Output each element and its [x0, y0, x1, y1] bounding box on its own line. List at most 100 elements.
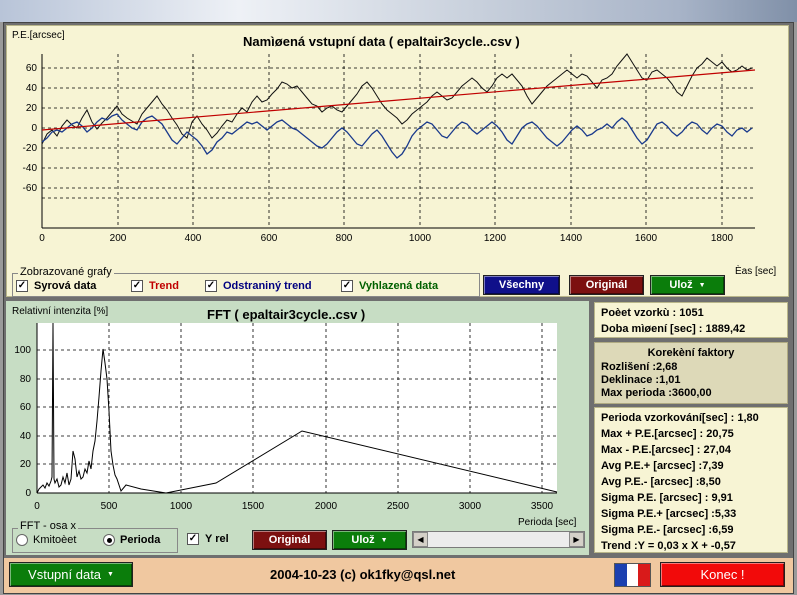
- max-plus-pe: Max + P.E.[arcsec] : 20,75: [601, 428, 734, 440]
- top-y-tick: -60: [23, 183, 38, 194]
- scroll-right-icon[interactable]: ▶: [569, 532, 584, 547]
- radio-dot-selected[interactable]: [103, 534, 115, 546]
- avg-minus-pe: Avg P.E.- [arcsec] :8,50: [601, 476, 721, 488]
- fft-y-tick: 60: [20, 402, 32, 413]
- checkbox-box[interactable]: ✓: [205, 280, 217, 292]
- top-y-tick: 40: [26, 83, 38, 94]
- window-titlebar: [0, 0, 797, 22]
- top-x-tick: 1400: [560, 233, 583, 244]
- avg-plus-pe: Avg P.E.+ [arcsec] :7,39: [601, 460, 724, 472]
- fft-x-tick: 3000: [459, 501, 482, 512]
- sigma-minus-pe: Sigma P.E.- [arcsec] :6,59: [601, 524, 734, 536]
- correction-factors-title: Korekèní faktory: [647, 347, 735, 359]
- measurement-duration: Doba mìøení [sec] : 1889,42: [601, 323, 746, 335]
- resolution-value: Rozlišení :2,68: [601, 361, 678, 373]
- fft-y-tick: 80: [20, 374, 32, 385]
- save-top-button[interactable]: Ulož ▼: [650, 275, 725, 295]
- fft-x-tick: 3500: [531, 501, 554, 512]
- fft-axis-legend: FFT - osa x: [18, 520, 79, 532]
- fft-x-tick: 2000: [315, 501, 338, 512]
- top-x-tick: 200: [110, 233, 127, 244]
- top-y-tick: 60: [26, 63, 38, 74]
- top-x-tick: 0: [39, 233, 45, 244]
- fft-x-tick: 500: [101, 501, 118, 512]
- quit-button[interactable]: Konec !: [660, 562, 785, 587]
- save-bottom-label: Ulož: [351, 534, 375, 546]
- fft-plot-area: [37, 323, 557, 493]
- checkbox-label: Y rel: [205, 533, 229, 545]
- input-data-button[interactable]: Vstupní data ▼: [9, 562, 133, 587]
- checkbox-label: Vyhlazená data: [359, 280, 439, 292]
- checkbox-box[interactable]: ✓: [187, 533, 199, 545]
- status-bar: Vstupní data ▼ 2004-10-23 (c) ok1fky@qsl…: [4, 558, 793, 593]
- fft-y-tick: 100: [14, 345, 31, 356]
- fft-y-tick: 40: [20, 431, 32, 442]
- chevron-down-icon[interactable]: ▼: [107, 571, 114, 578]
- radio-dot[interactable]: [16, 534, 28, 546]
- top-x-tick: 400: [185, 233, 202, 244]
- top-y-tick: -40: [23, 163, 38, 174]
- graphs-group-legend: Zobrazované grafy: [18, 266, 114, 278]
- top-chart-panel: P.E.[arcsec] Namìøená vstupní data ( epa…: [6, 25, 789, 297]
- original-bottom-label: Originál: [268, 534, 311, 546]
- radio-frequency[interactable]: Kmitoèet: [16, 534, 76, 546]
- radio-label: Kmitoèet: [33, 534, 77, 546]
- pe-statistics-box: Perioda vzorkování[sec] : 1,80 Max + P.E…: [594, 407, 788, 553]
- sigma-pe: Sigma P.E. [arcsec] : 9,91: [601, 492, 733, 504]
- chevron-down-icon[interactable]: ▼: [699, 282, 706, 289]
- checkbox-detrended[interactable]: ✓ Odstraniný trend: [205, 280, 312, 292]
- samples-count: Poèet vzorkù : 1051: [601, 307, 704, 319]
- fft-panel: Relativní intenzita [%] FFT ( epaltair3c…: [6, 301, 589, 555]
- fft-x-tick: 1500: [242, 501, 265, 512]
- sampling-period: Perioda vzorkování[sec] : 1,80: [601, 412, 759, 424]
- all-button-label: Všechny: [498, 279, 545, 291]
- fft-chart-svg: 100 80 60 40 20 0 0 500 1000 1500 2000 2…: [14, 322, 558, 512]
- trend-line-series: [41, 69, 756, 131]
- checkbox-label: Trend: [149, 280, 179, 292]
- top-x-tick: 1200: [484, 233, 507, 244]
- fft-y-tick: 0: [25, 488, 31, 499]
- quit-button-label: Konec !: [700, 567, 745, 582]
- all-button[interactable]: Všechny: [483, 275, 560, 295]
- checkbox-raw-data[interactable]: ✓ Syrová data: [16, 280, 96, 292]
- sigma-plus-pe: Sigma P.E.+ [arcsec] :5,33: [601, 508, 737, 520]
- checkbox-label: Syrová data: [34, 280, 97, 292]
- top-x-tick: 800: [336, 233, 353, 244]
- input-data-label: Vstupní data: [28, 567, 102, 582]
- checkbox-box[interactable]: ✓: [341, 280, 353, 292]
- save-bottom-button[interactable]: Ulož ▼: [332, 530, 407, 550]
- max-period-value: Max perioda :3600,00: [601, 387, 712, 399]
- chevron-down-icon[interactable]: ▼: [381, 537, 388, 544]
- scroll-track[interactable]: [428, 532, 569, 547]
- checkbox-smoothed[interactable]: ✓ Vyhlazená data: [341, 280, 438, 292]
- top-x-tick: 1000: [409, 233, 432, 244]
- fft-y-tick: 20: [20, 459, 32, 470]
- scroll-left-icon[interactable]: ◀: [413, 532, 428, 547]
- trend-equation: Trend :Y = 0,03 x X + -0,57: [601, 540, 736, 552]
- original-top-label: Originál: [585, 279, 628, 291]
- checkbox-trend[interactable]: ✓ Trend: [131, 280, 179, 292]
- fft-x-tick: 0: [34, 501, 40, 512]
- original-top-button[interactable]: Originál: [569, 275, 644, 295]
- top-y-tick: 0: [31, 123, 37, 134]
- fft-horizontal-scrollbar[interactable]: ◀ ▶: [412, 531, 585, 548]
- top-chart-svg: 60 40 20 0 -20 -40 -60 0 200 400 600 800…: [23, 53, 756, 244]
- correction-factors-box: Korekèní faktory Rozlišení :2,68 Deklina…: [594, 342, 788, 404]
- checkbox-box[interactable]: ✓: [16, 280, 28, 292]
- top-chart-grid: [42, 54, 755, 226]
- top-x-tick: 600: [261, 233, 278, 244]
- original-bottom-button[interactable]: Originál: [252, 530, 327, 550]
- radio-label: Perioda: [120, 534, 161, 546]
- fft-x-tick: 2500: [387, 501, 410, 512]
- checkbox-y-rel[interactable]: ✓ Y rel: [187, 533, 229, 545]
- language-flag-icon[interactable]: [614, 563, 651, 587]
- checkbox-label: Odstraniný trend: [223, 280, 312, 292]
- declination-value: Deklinace :1,01: [601, 374, 681, 386]
- main-window: P.E.[arcsec] Namìøená vstupní data ( epa…: [3, 22, 794, 594]
- fft-x-tick: 1000: [170, 501, 193, 512]
- top-x-tick: 1800: [711, 233, 734, 244]
- checkbox-box[interactable]: ✓: [131, 280, 143, 292]
- raw-data-series: [41, 53, 753, 145]
- max-minus-pe: Max - P.E.[arcsec] : 27,04: [601, 444, 732, 456]
- radio-period[interactable]: Perioda: [103, 534, 160, 546]
